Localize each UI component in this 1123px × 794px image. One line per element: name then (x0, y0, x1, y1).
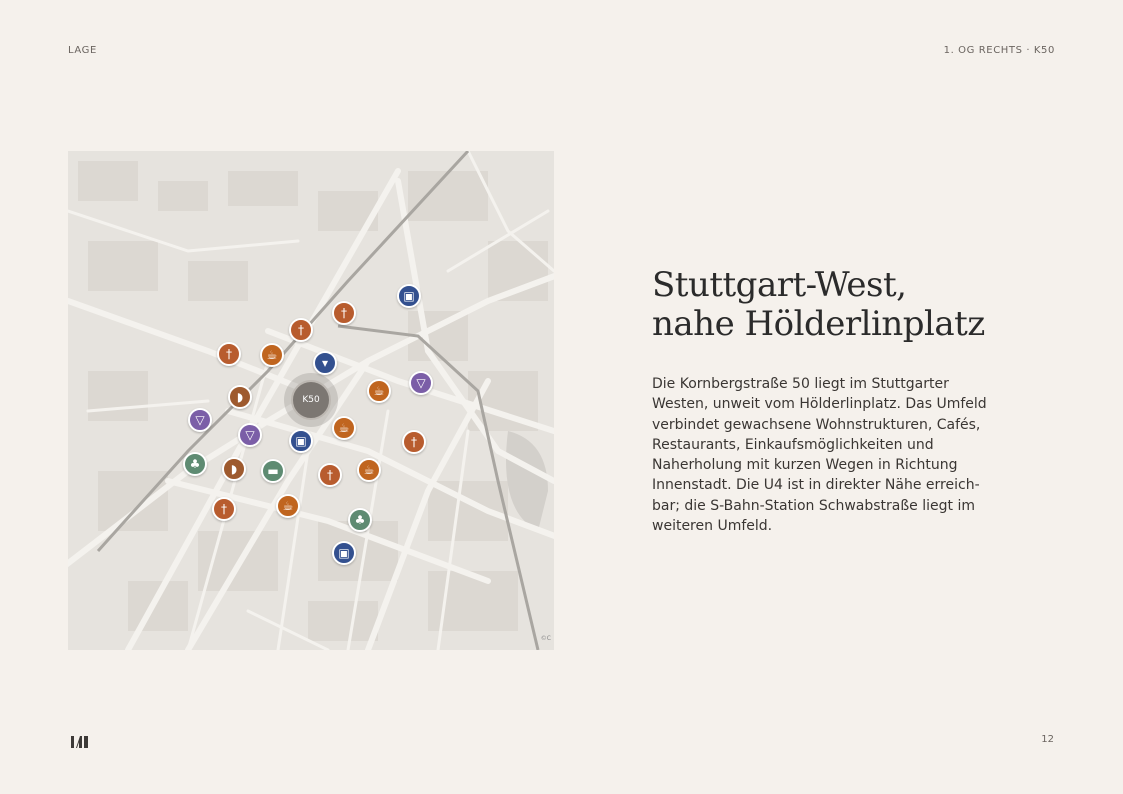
poi-pin-food[interactable]: † (212, 497, 236, 521)
poi-pin-cafe[interactable]: ☕ (357, 458, 381, 482)
tram-icon: ▣ (403, 289, 415, 303)
cocktail-icon: ▽ (245, 428, 255, 442)
poi-pin-food[interactable]: † (289, 318, 313, 342)
title-line-2: nahe Hölderlinplatz (652, 304, 985, 344)
poi-pin-cafe[interactable]: ☕ (332, 416, 356, 440)
coffee-icon: ☕ (373, 384, 385, 398)
poi-pin-bar[interactable]: ▽ (238, 423, 262, 447)
fork-knife-icon: † (327, 468, 333, 482)
fork-knife-icon: † (411, 435, 417, 449)
title-line-1: Stuttgart-West, (652, 265, 907, 305)
section-label: LAGE (68, 45, 97, 56)
poi-pin-transit[interactable]: ▣ (332, 541, 356, 565)
croissant-icon: ◗ (236, 390, 244, 404)
poi-pin-transit[interactable]: ▣ (289, 429, 313, 453)
tree-icon: ♣ (354, 513, 366, 527)
croissant-icon: ◗ (230, 462, 238, 476)
cocktail-icon: ▽ (195, 413, 205, 427)
location-description: Die Kornbergstraße 50 liegt im Stuttgart… (652, 376, 987, 535)
map-copyright: ©C (540, 635, 551, 642)
coffee-icon: ☕ (338, 421, 350, 435)
poi-pin-cafe[interactable]: ☕ (276, 494, 300, 518)
property-marker[interactable]: K50 (291, 380, 331, 420)
coffee-icon: ☕ (266, 348, 278, 362)
fork-knife-icon: † (221, 502, 227, 516)
fork-knife-icon: † (226, 347, 232, 361)
tram-icon: ▣ (295, 434, 307, 448)
poi-pin-bakery[interactable]: ◗ (228, 385, 252, 409)
poi-pin-park[interactable]: ♣ (348, 508, 372, 532)
poi-pin-cafe[interactable]: ☕ (260, 343, 284, 367)
page-number: 12 (1041, 734, 1054, 745)
tree-icon: ♣ (189, 457, 201, 471)
poi-pin-bakery[interactable]: ◗ (222, 457, 246, 481)
fork-knife-icon: † (341, 306, 347, 320)
fork-knife-icon: † (298, 323, 304, 337)
location-map[interactable]: K50 ▣ † † † ☕ ▾ ☕ ▽ ◗ ▽ ▽ ▣ ☕ † ♣ ◗ ▬ † ☕ † ☕ ♣ ▣ ©C (68, 151, 554, 650)
poi-pin-health[interactable]: ▬ (261, 459, 285, 483)
coffee-icon: ☕ (363, 463, 375, 477)
tram-icon: ▣ (338, 546, 350, 560)
page-title: Stuttgart-West, nahe Hölderlinplatz (652, 266, 985, 344)
poi-pin-bar[interactable]: ▽ (409, 371, 433, 395)
cocktail-icon: ▽ (416, 376, 426, 390)
unit-label: 1. OG RECHTS · K50 (943, 45, 1055, 56)
poi-pin-cafe[interactable]: ☕ (367, 379, 391, 403)
poi-pin-park[interactable]: ♣ (183, 452, 207, 476)
poi-pin-food[interactable]: † (217, 342, 241, 366)
poi-pin-food[interactable]: † (318, 463, 342, 487)
brand-logo-icon (71, 736, 88, 748)
basket-icon: ▾ (321, 356, 329, 370)
poi-pin-shop[interactable]: ▾ (313, 351, 337, 375)
pill-icon: ▬ (267, 464, 279, 478)
poi-pin-transit[interactable]: ▣ (397, 284, 421, 308)
coffee-icon: ☕ (282, 499, 294, 513)
poi-pin-food[interactable]: † (402, 430, 426, 454)
poi-pin-food[interactable]: † (332, 301, 356, 325)
poi-pin-bar[interactable]: ▽ (188, 408, 212, 432)
